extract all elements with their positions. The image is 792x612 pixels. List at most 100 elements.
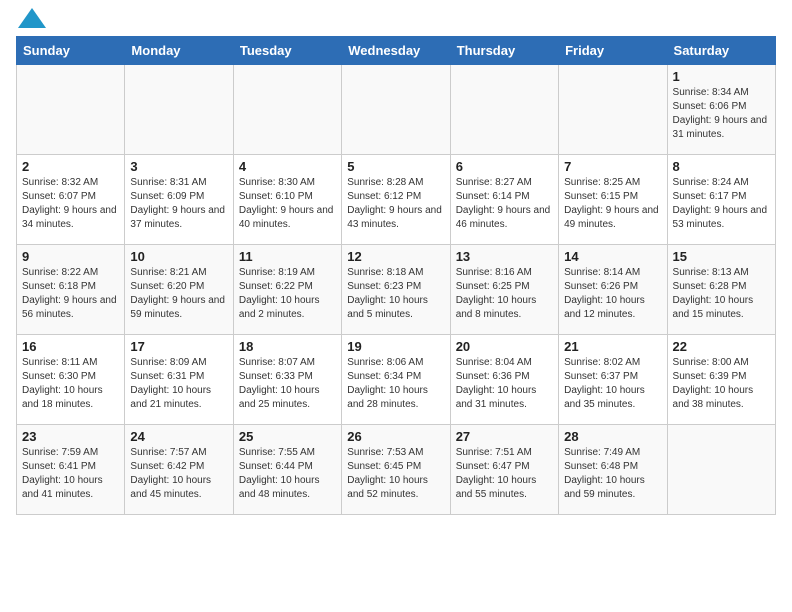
day-cell: 10 Sunrise: 8:21 AM Sunset: 6:20 PM Dayli… bbox=[125, 245, 233, 335]
day-number: 20 bbox=[456, 339, 553, 354]
day-info: Sunrise: 8:14 AM Sunset: 6:26 PM Dayligh… bbox=[564, 266, 661, 322]
header-sunday: Sunday bbox=[17, 37, 125, 65]
day-info: Sunrise: 8:19 AM Sunset: 6:22 PM Dayligh… bbox=[239, 266, 336, 322]
day-info: Sunrise: 8:07 AM Sunset: 6:33 PM Dayligh… bbox=[239, 356, 336, 412]
day-cell: 5 Sunrise: 8:28 AM Sunset: 6:12 PM Daylig… bbox=[342, 155, 450, 245]
day-number: 18 bbox=[239, 339, 336, 354]
day-info: Sunrise: 8:11 AM Sunset: 6:30 PM Dayligh… bbox=[22, 356, 119, 412]
day-info: Sunrise: 8:02 AM Sunset: 6:37 PM Dayligh… bbox=[564, 356, 661, 412]
day-number: 9 bbox=[22, 249, 119, 264]
day-number: 1 bbox=[673, 69, 770, 84]
day-cell: 26 Sunrise: 7:53 AM Sunset: 6:45 PM Dayli… bbox=[342, 425, 450, 515]
header-friday: Friday bbox=[559, 37, 667, 65]
day-cell: 9Sunrise: 8:22 AM Sunset: 6:18 PM Daylig… bbox=[17, 245, 125, 335]
day-number: 16 bbox=[22, 339, 119, 354]
day-number: 28 bbox=[564, 429, 661, 444]
day-number: 7 bbox=[564, 159, 661, 174]
week-row-2: 2 Sunrise: 8:32 AM Sunset: 6:07 PM Daylig… bbox=[17, 155, 776, 245]
day-cell bbox=[233, 65, 341, 155]
day-cell bbox=[125, 65, 233, 155]
day-cell: 23 Sunrise: 7:59 AM Sunset: 6:41 PM Dayli… bbox=[17, 425, 125, 515]
day-cell: 16 Sunrise: 8:11 AM Sunset: 6:30 PM Dayli… bbox=[17, 335, 125, 425]
day-info: Sunrise: 8:28 AM Sunset: 6:12 PM Dayligh… bbox=[347, 176, 444, 232]
week-row-1: 1 Sunrise: 8:34 AM Sunset: 6:06 PM Daylig… bbox=[17, 65, 776, 155]
day-cell bbox=[667, 425, 775, 515]
day-cell: 18 Sunrise: 8:07 AM Sunset: 6:33 PM Dayli… bbox=[233, 335, 341, 425]
day-info: Sunrise: 8:16 AM Sunset: 6:25 PM Dayligh… bbox=[456, 266, 553, 322]
day-cell bbox=[342, 65, 450, 155]
day-info: Sunrise: 8:06 AM Sunset: 6:34 PM Dayligh… bbox=[347, 356, 444, 412]
day-cell: 11 Sunrise: 8:19 AM Sunset: 6:22 PM Dayli… bbox=[233, 245, 341, 335]
day-cell bbox=[17, 65, 125, 155]
day-number: 27 bbox=[456, 429, 553, 444]
day-info: Sunrise: 8:13 AM Sunset: 6:28 PM Dayligh… bbox=[673, 266, 770, 322]
header-row: SundayMondayTuesdayWednesdayThursdayFrid… bbox=[17, 37, 776, 65]
day-number: 14 bbox=[564, 249, 661, 264]
header-tuesday: Tuesday bbox=[233, 37, 341, 65]
day-number: 17 bbox=[130, 339, 227, 354]
day-cell: 19Sunrise: 8:06 AM Sunset: 6:34 PM Dayli… bbox=[342, 335, 450, 425]
day-cell: 27 Sunrise: 7:51 AM Sunset: 6:47 PM Dayli… bbox=[450, 425, 558, 515]
header-thursday: Thursday bbox=[450, 37, 558, 65]
day-number: 25 bbox=[239, 429, 336, 444]
day-cell: 21Sunrise: 8:02 AM Sunset: 6:37 PM Dayli… bbox=[559, 335, 667, 425]
day-cell: 28 Sunrise: 7:49 AM Sunset: 6:48 PM Dayli… bbox=[559, 425, 667, 515]
day-number: 12 bbox=[347, 249, 444, 264]
day-info: Sunrise: 7:53 AM Sunset: 6:45 PM Dayligh… bbox=[347, 446, 444, 502]
header-saturday: Saturday bbox=[667, 37, 775, 65]
day-info: Sunrise: 8:04 AM Sunset: 6:36 PM Dayligh… bbox=[456, 356, 553, 412]
logo-icon bbox=[18, 8, 46, 28]
day-cell: 15 Sunrise: 8:13 AM Sunset: 6:28 PM Dayli… bbox=[667, 245, 775, 335]
day-number: 26 bbox=[347, 429, 444, 444]
week-row-4: 16 Sunrise: 8:11 AM Sunset: 6:30 PM Dayli… bbox=[17, 335, 776, 425]
day-number: 15 bbox=[673, 249, 770, 264]
day-number: 23 bbox=[22, 429, 119, 444]
day-number: 4 bbox=[239, 159, 336, 174]
day-cell: 14 Sunrise: 8:14 AM Sunset: 6:26 PM Dayli… bbox=[559, 245, 667, 335]
day-info: Sunrise: 8:27 AM Sunset: 6:14 PM Dayligh… bbox=[456, 176, 553, 232]
day-info: Sunrise: 7:59 AM Sunset: 6:41 PM Dayligh… bbox=[22, 446, 119, 502]
day-cell: 17 Sunrise: 8:09 AM Sunset: 6:31 PM Dayli… bbox=[125, 335, 233, 425]
day-cell: 6 Sunrise: 8:27 AM Sunset: 6:14 PM Daylig… bbox=[450, 155, 558, 245]
day-cell: 20 Sunrise: 8:04 AM Sunset: 6:36 PM Dayli… bbox=[450, 335, 558, 425]
day-cell: 8 Sunrise: 8:24 AM Sunset: 6:17 PM Daylig… bbox=[667, 155, 775, 245]
day-number: 22 bbox=[673, 339, 770, 354]
header-monday: Monday bbox=[125, 37, 233, 65]
day-number: 6 bbox=[456, 159, 553, 174]
day-cell bbox=[559, 65, 667, 155]
header-wednesday: Wednesday bbox=[342, 37, 450, 65]
day-info: Sunrise: 8:24 AM Sunset: 6:17 PM Dayligh… bbox=[673, 176, 770, 232]
calendar-table: SundayMondayTuesdayWednesdayThursdayFrid… bbox=[16, 36, 776, 515]
logo bbox=[16, 16, 46, 28]
day-cell: 7 Sunrise: 8:25 AM Sunset: 6:15 PM Daylig… bbox=[559, 155, 667, 245]
day-info: Sunrise: 8:09 AM Sunset: 6:31 PM Dayligh… bbox=[130, 356, 227, 412]
day-info: Sunrise: 7:49 AM Sunset: 6:48 PM Dayligh… bbox=[564, 446, 661, 502]
day-info: Sunrise: 8:21 AM Sunset: 6:20 PM Dayligh… bbox=[130, 266, 227, 322]
day-info: Sunrise: 8:25 AM Sunset: 6:15 PM Dayligh… bbox=[564, 176, 661, 232]
day-cell: 1 Sunrise: 8:34 AM Sunset: 6:06 PM Daylig… bbox=[667, 65, 775, 155]
day-number: 5 bbox=[347, 159, 444, 174]
day-number: 8 bbox=[673, 159, 770, 174]
day-cell: 13 Sunrise: 8:16 AM Sunset: 6:25 PM Dayli… bbox=[450, 245, 558, 335]
day-info: Sunrise: 8:18 AM Sunset: 6:23 PM Dayligh… bbox=[347, 266, 444, 322]
day-cell bbox=[450, 65, 558, 155]
week-row-5: 23 Sunrise: 7:59 AM Sunset: 6:41 PM Dayli… bbox=[17, 425, 776, 515]
day-info: Sunrise: 8:31 AM Sunset: 6:09 PM Dayligh… bbox=[130, 176, 227, 232]
day-number: 13 bbox=[456, 249, 553, 264]
day-number: 10 bbox=[130, 249, 227, 264]
day-cell: 4 Sunrise: 8:30 AM Sunset: 6:10 PM Daylig… bbox=[233, 155, 341, 245]
day-number: 2 bbox=[22, 159, 119, 174]
day-info: Sunrise: 7:55 AM Sunset: 6:44 PM Dayligh… bbox=[239, 446, 336, 502]
day-cell: 24Sunrise: 7:57 AM Sunset: 6:42 PM Dayli… bbox=[125, 425, 233, 515]
day-cell: 25 Sunrise: 7:55 AM Sunset: 6:44 PM Dayli… bbox=[233, 425, 341, 515]
day-cell: 12 Sunrise: 8:18 AM Sunset: 6:23 PM Dayli… bbox=[342, 245, 450, 335]
day-info: Sunrise: 7:51 AM Sunset: 6:47 PM Dayligh… bbox=[456, 446, 553, 502]
day-number: 3 bbox=[130, 159, 227, 174]
day-info: Sunrise: 8:30 AM Sunset: 6:10 PM Dayligh… bbox=[239, 176, 336, 232]
day-number: 24 bbox=[130, 429, 227, 444]
day-info: Sunrise: 8:32 AM Sunset: 6:07 PM Dayligh… bbox=[22, 176, 119, 232]
day-info: Sunrise: 8:34 AM Sunset: 6:06 PM Dayligh… bbox=[673, 86, 770, 142]
day-number: 11 bbox=[239, 249, 336, 264]
page-header bbox=[16, 16, 776, 28]
day-info: Sunrise: 8:00 AM Sunset: 6:39 PM Dayligh… bbox=[673, 356, 770, 412]
